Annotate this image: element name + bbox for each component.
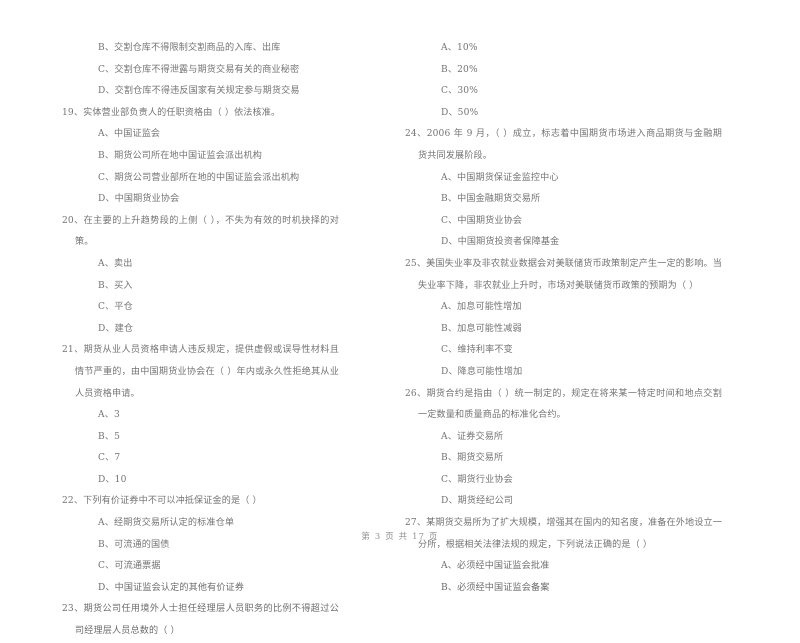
question-text: 2006 年 9 月，（ ）成立，标志着中国期货市场进入商品期货与金融期货共同发… bbox=[418, 129, 722, 161]
question-23: 23、期货公司任用境外人士担任经理层人员职务的比例不得超过公司经理层人员总数的（… bbox=[62, 599, 339, 642]
left-column: B、交割仓库不得限制交割商品的入库、出库 C、交割仓库不得泄露与期货交易有关的商… bbox=[0, 38, 345, 643]
option-line: B、加息可能性减弱 bbox=[441, 323, 522, 334]
option-line: C、7 bbox=[98, 453, 121, 464]
option-line: A、加息可能性增加 bbox=[441, 302, 522, 313]
question-text: 期货合约是指由（ ）统一制定的，规定在将来某一特定时间和地点交割一定数量和质量商… bbox=[418, 388, 722, 421]
option-line: C、交割仓库不得泄露与期货交易有关的商业秘密 bbox=[98, 64, 300, 75]
two-column-layout: B、交割仓库不得限制交割商品的入库、出库 C、交割仓库不得泄露与期货交易有关的商… bbox=[0, 38, 800, 643]
question-stem: 19、实体营业部负责人的任职资格由（ ）依法核准。 bbox=[62, 103, 339, 125]
option-line: C、维持利率不变 bbox=[441, 345, 513, 356]
question-number: 27、 bbox=[405, 518, 427, 529]
question-stem: 21、期货从业人员资格申请人违反规定，提供虚假或误导性材料且情节严重的，由中国期… bbox=[62, 340, 339, 405]
question-number: 20、 bbox=[62, 215, 84, 226]
option-line: D、中国期货业协会 bbox=[98, 194, 180, 205]
question-stem: 20、在主要的上升趋势段的上侧（ ），不失为有效的时机抉择的对策。 bbox=[62, 211, 339, 254]
exam-page: B、交割仓库不得限制交割商品的入库、出库 C、交割仓库不得泄露与期货交易有关的商… bbox=[0, 0, 800, 636]
question-stem: 24、2006 年 9 月，（ ）成立，标志着中国期货市场进入商品期货与金融期货… bbox=[405, 124, 722, 167]
option-line: D、50% bbox=[441, 107, 479, 118]
option-line: A、中国证监会 bbox=[98, 129, 161, 140]
question-22: 22、下列有价证券中不可以冲抵保证金的是（ ） A、经期货交易所认定的标准仓单 … bbox=[62, 491, 339, 599]
question-number: 19、 bbox=[62, 107, 84, 118]
question-26: 26、期货合约是指由（ ）统一制定的，规定在将来某一特定时间和地点交割一定数量和… bbox=[405, 384, 722, 514]
page-footer: 第 3 页 共 17 页 bbox=[361, 531, 439, 541]
question-25: 25、美国失业率及非农就业数据会对美联储货币政策制定产生一定的影响。当失业率下降… bbox=[405, 254, 722, 384]
question-text: 期货从业人员资格申请人违反规定，提供虚假或误导性材料且情节严重的，由中国期货业协… bbox=[75, 345, 339, 399]
option-line: B、期货交易所 bbox=[441, 453, 504, 464]
question-text: 实体营业部负责人的任职资格由（ ）依法核准。 bbox=[83, 107, 281, 118]
option-line: B、交割仓库不得限制交割商品的入库、出库 bbox=[98, 43, 281, 53]
option-line: C、期货行业协会 bbox=[441, 474, 513, 485]
option-line: D、10 bbox=[98, 474, 127, 485]
question-text: 期货公司任用境外人士担任经理层人员职务的比例不得超过公司经理层人员总数的（ ） bbox=[75, 604, 339, 637]
option-line: B、必须经中国证监会备案 bbox=[441, 582, 550, 593]
option-line: D、交割仓库不得违反国家有关规定参与期货交易 bbox=[98, 86, 300, 97]
question-number: 24、 bbox=[405, 129, 427, 140]
option-line: B、5 bbox=[98, 431, 121, 442]
right-column: A、10% B、20% C、30% D、50% 24、2006 年 9 月，（ … bbox=[383, 38, 728, 599]
option-line: D、降息可能性增加 bbox=[441, 366, 523, 377]
question-text: 下列有价证券中不可以冲抵保证金的是（ ） bbox=[83, 496, 262, 507]
option-line: C、可流通票据 bbox=[98, 561, 161, 572]
question-number: 25、 bbox=[405, 258, 427, 269]
option-line: D、中国期货投资者保障基金 bbox=[441, 237, 560, 248]
option-line: A、中国期货保证金监控中心 bbox=[441, 172, 559, 183]
question-number: 23、 bbox=[62, 604, 84, 615]
option-line: B、买入 bbox=[98, 280, 133, 291]
option-line: A、3 bbox=[98, 410, 120, 421]
option-line: B、期货公司所在地中国证监会派出机构 bbox=[98, 150, 262, 161]
question-stem: 25、美国失业率及非农就业数据会对美联储货币政策制定产生一定的影响。当失业率下降… bbox=[405, 254, 722, 297]
option-line: D、期货经纪公司 bbox=[441, 496, 514, 507]
question-number: 26、 bbox=[405, 388, 427, 399]
question-stem: 23、期货公司任用境外人士担任经理层人员职务的比例不得超过公司经理层人员总数的（… bbox=[62, 599, 339, 642]
option-line: A、10% bbox=[441, 43, 478, 53]
option-line: B、中国金融期货交易所 bbox=[441, 194, 541, 205]
question-text: 美国失业率及非农就业数据会对美联储货币政策制定产生一定的影响。当失业率下降，非农… bbox=[418, 258, 722, 291]
option-line: D、中国证监会认定的其他有价证券 bbox=[98, 582, 245, 593]
question-text: 在主要的上升趋势段的上侧（ ），不失为有效的时机抉择的对策。 bbox=[75, 215, 339, 248]
question-number: 21、 bbox=[62, 345, 84, 356]
option-line: C、中国期货业协会 bbox=[441, 215, 523, 226]
question-number: 22、 bbox=[62, 496, 84, 507]
option-line: A、必须经中国证监会批准 bbox=[441, 561, 550, 572]
question-27: 27、某期货交易所为了扩大规模，增强其在国内的知名度，准备在外地设立一分所，根据… bbox=[405, 513, 722, 599]
option-line: C、平仓 bbox=[98, 302, 133, 313]
option-line: C、30% bbox=[441, 86, 479, 97]
question-stem: 26、期货合约是指由（ ）统一制定的，规定在将来某一特定时间和地点交割一定数量和… bbox=[405, 384, 722, 427]
question-20: 20、在主要的上升趋势段的上侧（ ），不失为有效的时机抉择的对策。 A、卖出 B… bbox=[62, 211, 339, 341]
question-19: 19、实体营业部负责人的任职资格由（ ）依法核准。 A、中国证监会 B、期货公司… bbox=[62, 103, 339, 211]
question-21: 21、期货从业人员资格申请人违反规定，提供虚假或误导性材料且情节严重的，由中国期… bbox=[62, 340, 339, 491]
question-stem: 22、下列有价证券中不可以冲抵保证金的是（ ） bbox=[62, 491, 339, 513]
option-line: B、20% bbox=[441, 64, 478, 75]
option-line: C、期货公司营业部所在地的中国证监会派出机构 bbox=[98, 172, 300, 183]
option-line: D、建仓 bbox=[98, 323, 134, 334]
question-24: 24、2006 年 9 月，（ ）成立，标志着中国期货市场进入商品期货与金融期货… bbox=[405, 124, 722, 254]
option-line: A、卖出 bbox=[98, 258, 133, 269]
option-line: A、证券交易所 bbox=[441, 431, 504, 442]
